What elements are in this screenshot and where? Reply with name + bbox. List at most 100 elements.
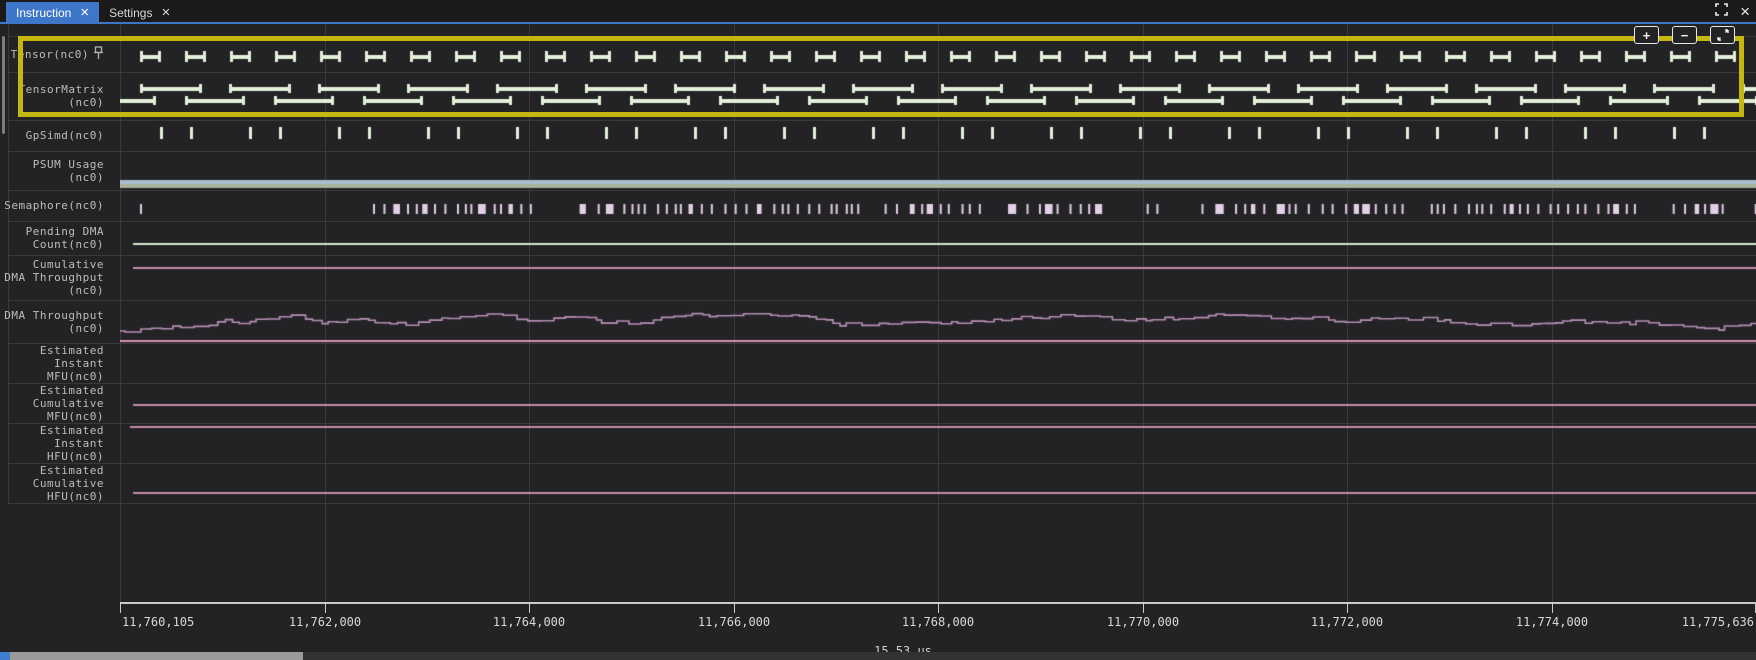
row-label-estimated-cumulative-mfu[interactable]: EstimatedCumulativeMFU(nc0)	[8, 383, 120, 423]
row-label-text: Cumulative	[33, 397, 104, 410]
axis-tick	[1347, 604, 1348, 613]
row-label-text: Semaphore(nc0)	[4, 199, 104, 212]
row-label-text: Pending DMA	[26, 225, 104, 238]
row-label-dma-throughput[interactable]: DMA Throughput(nc0)	[8, 300, 120, 343]
axis-tick-label: 11,774,000	[1516, 615, 1588, 629]
row-label-text: Cumulative	[33, 258, 104, 271]
axis-tick	[529, 604, 530, 613]
row-label-line: Estimated	[40, 424, 104, 437]
axis-tick-label: 11,768,000	[902, 615, 974, 629]
row-label-semaphore[interactable]: Semaphore(nc0)	[8, 190, 120, 221]
zoom-out-button[interactable]: −	[1672, 26, 1697, 44]
row-label-line: Tensor(nc0)	[11, 48, 89, 61]
row-label-text: MFU(nc0)	[47, 410, 104, 423]
row-label-text: Estimated	[40, 424, 104, 437]
row-label-text: Estimated	[40, 384, 104, 397]
window-expand-icon[interactable]	[1715, 3, 1728, 21]
row-label-text: DMA Throughput	[4, 271, 104, 284]
row-label-text: DMA Throughput	[4, 309, 104, 322]
timeline-canvas[interactable]	[120, 24, 1756, 524]
scroll-corner	[0, 652, 10, 660]
row-label-tensor[interactable]: Tensor(nc0)	[8, 36, 120, 72]
axis-tick-label: 11,760,105	[122, 615, 194, 629]
tab-instruction[interactable]: Instruction ×	[6, 2, 99, 24]
row-label-line: Semaphore(nc0)	[4, 199, 104, 212]
row-label-pending-dma-count[interactable]: Pending DMACount(nc0)	[8, 221, 120, 255]
tabbar-accent-line	[0, 22, 1756, 24]
tab-settings[interactable]: Settings ×	[99, 2, 180, 24]
row-label-line: MFU(nc0)	[47, 370, 104, 383]
axis-tick	[325, 604, 326, 613]
row-label-line: Cumulative	[33, 477, 104, 490]
row-label-text: Estimated	[40, 464, 104, 477]
row-label-line: (nc0)	[68, 322, 104, 335]
row-label-text: MFU(nc0)	[47, 370, 104, 383]
row-label-line: Count(nc0)	[33, 238, 104, 251]
row-label-line: Instant	[54, 357, 104, 370]
row-label-line: MFU(nc0)	[47, 410, 104, 423]
axis-tick	[1552, 604, 1553, 613]
pin-icon[interactable]	[93, 46, 104, 63]
row-label-line: DMA Throughput	[4, 309, 104, 322]
row-label-text: Instant	[54, 357, 104, 370]
tab-settings-label: Settings	[109, 6, 152, 20]
axis-tick-label: 11,764,000	[493, 615, 565, 629]
row-label-text: (nc0)	[68, 322, 104, 335]
tab-bar: Instruction × Settings × ×	[0, 0, 1756, 24]
zoom-reset-button[interactable]	[1710, 26, 1735, 44]
row-label-text: TensorMatrix	[19, 83, 104, 96]
row-label-text: (nc0)	[68, 284, 104, 297]
row-label-text: Tensor(nc0)	[11, 46, 104, 63]
axis-tick	[120, 604, 121, 613]
row-label-text: HFU(nc0)	[47, 490, 104, 503]
reset-zoom-icon	[1717, 29, 1729, 41]
row-label-line: Cumulative	[33, 258, 104, 271]
axis-tick	[734, 604, 735, 613]
row-label-line: DMA Throughput	[4, 271, 104, 284]
row-label-estimated-cumulative-hfu[interactable]: EstimatedCumulativeHFU(nc0)	[8, 463, 120, 503]
h-scrollbar-track[interactable]	[0, 652, 1756, 660]
row-label-line: (nc0)	[68, 96, 104, 109]
axis-tick-label: 11,775,636	[1682, 615, 1754, 629]
row-label-line: Estimated	[40, 344, 104, 357]
row-label-estimated-instant-hfu[interactable]: EstimatedInstantHFU(nc0)	[8, 423, 120, 463]
axis-tick-label: 11,762,000	[289, 615, 361, 629]
row-label-line: (nc0)	[68, 284, 104, 297]
row-label-line: TensorMatrix	[19, 83, 104, 96]
row-label-line: Pending DMA	[26, 225, 104, 238]
timeline-panel: Tensor(nc0)TensorMatrix(nc0)GpSimd(nc0)P…	[0, 24, 1756, 660]
axis-tick-label: 11,770,000	[1107, 615, 1179, 629]
row-label-text: (nc0)	[68, 171, 104, 184]
row-label-line: Cumulative	[33, 397, 104, 410]
row-label-text: PSUM Usage	[33, 158, 104, 171]
row-label-line: HFU(nc0)	[47, 490, 104, 503]
zoom-toolbar: + −	[1634, 26, 1735, 44]
row-label-text: Cumulative	[33, 477, 104, 490]
row-label-line: HFU(nc0)	[47, 450, 104, 463]
row-label-estimated-instant-mfu[interactable]: EstimatedInstantMFU(nc0)	[8, 343, 120, 383]
row-label-text: Instant	[54, 437, 104, 450]
row-label-line: Estimated	[40, 464, 104, 477]
row-label-text: Estimated	[40, 344, 104, 357]
row-label-tensor-matrix[interactable]: TensorMatrix(nc0)	[8, 72, 120, 120]
axis-tick	[1143, 604, 1144, 613]
row-label-line: PSUM Usage	[33, 158, 104, 171]
tab-instruction-label: Instruction	[16, 6, 71, 20]
axis-tick-label: 11,772,000	[1311, 615, 1383, 629]
tab-close-icon[interactable]: ×	[80, 8, 89, 18]
zoom-in-button[interactable]: +	[1634, 26, 1659, 44]
row-label-line: Estimated	[40, 384, 104, 397]
window-close-icon[interactable]: ×	[1740, 5, 1750, 19]
row-label-text: HFU(nc0)	[47, 450, 104, 463]
row-label-psum-usage[interactable]: PSUM Usage(nc0)	[8, 151, 120, 190]
row-label-line: (nc0)	[68, 171, 104, 184]
row-label-gpsimd[interactable]: GpSimd(nc0)	[8, 120, 120, 151]
v-scrollbar-thumb[interactable]	[2, 36, 5, 134]
row-label-cumulative-dma-throughput[interactable]: CumulativeDMA Throughput(nc0)	[8, 255, 120, 300]
h-scrollbar-thumb[interactable]	[10, 652, 303, 660]
profiler-window: Instruction × Settings × × Tensor(nc0) Te…	[0, 0, 1756, 660]
axis-tick	[938, 604, 939, 613]
row-label-line: GpSimd(nc0)	[26, 129, 104, 142]
tab-close-icon[interactable]: ×	[161, 8, 170, 18]
row-label-text: GpSimd(nc0)	[26, 129, 104, 142]
